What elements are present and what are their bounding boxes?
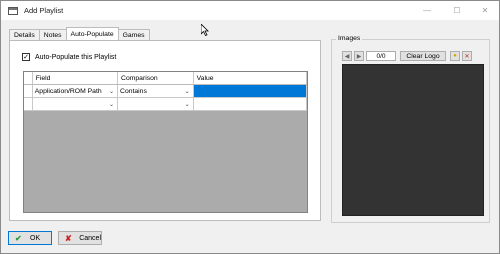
field-combo[interactable]: ⌄	[32, 98, 119, 111]
tab-notes[interactable]: Notes	[38, 29, 67, 40]
chevron-down-icon[interactable]: ⌄	[183, 99, 192, 109]
row-header[interactable]	[24, 85, 33, 98]
title-bar: Add Playlist — ☐ ✕	[1, 1, 499, 20]
clear-logo-button[interactable]: Clear Logo	[400, 51, 446, 61]
comparison-value: Contains	[120, 87, 147, 95]
minimize-button[interactable]: —	[413, 1, 441, 20]
column-header-field[interactable]: Field	[33, 72, 119, 84]
window-icon	[8, 6, 18, 15]
table-row: Application/ROM Path ⌄ Contains ⌄	[24, 85, 307, 98]
image-toolbar: ◀ ▶ 0/0 Clear Logo ● ✕	[342, 51, 474, 61]
cancel-button[interactable]: ✘ Cancel	[58, 231, 102, 245]
cancel-icon: ✘	[65, 233, 72, 243]
column-header-comparison[interactable]: Comparison	[118, 72, 194, 84]
auto-populate-checkbox-label: Auto-Populate this Playlist	[35, 53, 117, 61]
chevron-down-icon[interactable]: ⌄	[183, 86, 192, 96]
window-title: Add Playlist	[24, 6, 64, 15]
previous-image-button[interactable]: ◀	[342, 51, 352, 61]
chevron-down-icon[interactable]: ⌄	[107, 99, 116, 109]
tab-games[interactable]: Games	[117, 29, 150, 40]
column-header-label: Comparison	[121, 74, 158, 82]
cancel-label: Cancel	[79, 234, 101, 242]
tab-label: Games	[122, 31, 145, 39]
mouse-cursor-icon	[201, 24, 209, 36]
column-header-label: Field	[35, 74, 51, 82]
tab-label: Auto-Populate	[70, 30, 114, 38]
chevron-down-icon[interactable]: ⌄	[107, 86, 116, 96]
tab-label: Details	[14, 31, 35, 39]
ok-label: OK	[30, 234, 41, 242]
delete-image-button[interactable]: ✕	[462, 51, 472, 61]
value-cell[interactable]	[193, 85, 307, 98]
ok-button[interactable]: ✔ OK	[8, 231, 52, 245]
clear-logo-label: Clear Logo	[406, 52, 440, 60]
close-button[interactable]: ✕	[471, 1, 499, 20]
rules-grid: Field Comparison Value Application/ROM P…	[23, 71, 308, 213]
column-header-label: Value	[196, 74, 214, 82]
field-combo[interactable]: Application/ROM Path ⌄	[32, 85, 119, 98]
tab-strip: Details Notes Auto-Populate Games	[9, 27, 150, 40]
image-preview	[342, 64, 484, 216]
images-group-label: Images	[336, 35, 363, 42]
tab-details[interactable]: Details	[9, 29, 40, 40]
auto-populate-checkbox-row[interactable]: ✓ Auto-Populate this Playlist	[22, 53, 116, 61]
tab-auto-populate[interactable]: Auto-Populate	[65, 27, 119, 40]
value-cell[interactable]	[193, 98, 307, 111]
field-value: Application/ROM Path	[34, 87, 102, 95]
table-row: ⌄ ⌄	[24, 98, 307, 111]
next-image-button[interactable]: ▶	[354, 51, 364, 61]
grid-corner	[24, 72, 33, 84]
new-row-marker[interactable]	[24, 98, 33, 111]
image-counter: 0/0	[366, 51, 396, 61]
auto-populate-checkbox[interactable]: ✓	[22, 53, 30, 61]
comparison-combo[interactable]: ⌄	[118, 98, 194, 111]
maximize-button[interactable]: ☐	[443, 1, 471, 20]
add-image-button[interactable]: ●	[450, 51, 460, 61]
auto-populate-panel: ✓ Auto-Populate this Playlist Field Comp…	[9, 40, 321, 221]
checkmark-icon: ✔	[15, 233, 22, 243]
comparison-combo[interactable]: Contains ⌄	[118, 85, 194, 98]
column-header-value[interactable]: Value	[194, 72, 307, 84]
grid-header: Field Comparison Value	[24, 72, 307, 85]
tab-label: Notes	[43, 31, 62, 39]
